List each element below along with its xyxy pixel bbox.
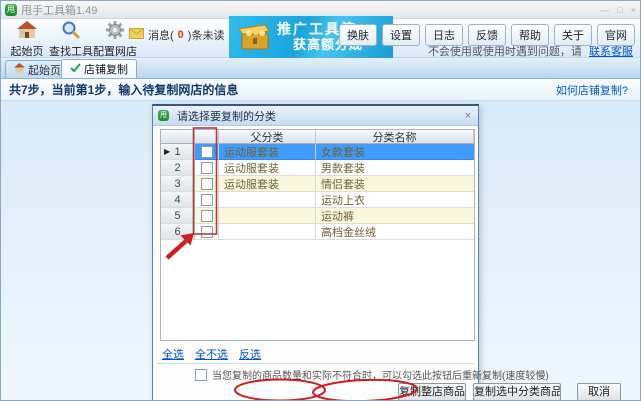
table-row[interactable]: 4 运动上衣	[161, 192, 474, 208]
change-skin-button[interactable]: 换肤	[339, 24, 377, 46]
contact-support-link[interactable]: 联系客服	[589, 46, 633, 58]
row-header: ▶ 1	[161, 144, 195, 160]
search-icon	[61, 21, 81, 42]
row-checkbox[interactable]	[200, 177, 213, 190]
recopy-option: 当您复制的商品数量和实际不符合时，可以勾选此按钮后重新复制(速度较慢)	[195, 367, 549, 382]
message-text-prefix: 消息(	[148, 30, 174, 42]
dialog-title: 请选择要复制的分类	[177, 110, 276, 123]
selection-links: 全选 全不选 反选	[162, 346, 261, 362]
select-none-link[interactable]: 全不选	[195, 346, 228, 362]
settings-button[interactable]: 设置	[382, 24, 420, 46]
recopy-label: 当您复制的商品数量和实际不符合时，可以勾选此按钮后重新复制(速度较慢)	[212, 371, 549, 382]
row-header: 5	[161, 208, 195, 224]
tab-label: 起始页	[28, 64, 61, 77]
current-row-arrow-icon: ▶	[164, 147, 171, 156]
header-parent-category: 父分类	[219, 130, 316, 144]
window-title: 甩手工具箱1.49	[21, 4, 98, 17]
row-checkbox[interactable]	[200, 161, 213, 174]
cell-parent	[219, 208, 316, 224]
message-text-suffix: )条未读	[187, 30, 225, 42]
cell-parent: 运动服套装	[219, 144, 316, 160]
row-header: 3	[161, 176, 195, 192]
home-icon	[16, 21, 38, 42]
close-icon[interactable]: ×	[631, 5, 636, 15]
table-row[interactable]: ▶ 1 运动服套装 女款套装	[161, 144, 474, 160]
toolbar-item-home[interactable]: 起始页	[5, 21, 49, 59]
main-toolbar: 起始页 查找工具 配置网店 消息(0)条未读 推广工具箱 获高额分成 换肤 …	[1, 16, 640, 59]
message-indicator[interactable]: 消息( 0 )条未读	[129, 27, 224, 43]
row-header: 2	[161, 160, 195, 176]
table-row[interactable]: 6 高档金丝绒	[161, 224, 474, 240]
minimize-icon[interactable]: —	[600, 5, 609, 15]
copy-whole-shop-button[interactable]: 复制整店商品	[398, 383, 466, 400]
cell-name: 运动裤	[316, 208, 474, 224]
cell-parent	[219, 192, 316, 208]
row-checkbox[interactable]	[200, 225, 213, 238]
how-to-copy-link[interactable]: 如何店铺复制?	[556, 82, 628, 98]
check-pencil-icon	[70, 62, 81, 76]
cell-name: 高档金丝绒	[316, 224, 474, 240]
invert-selection-link[interactable]: 反选	[239, 346, 261, 362]
row-checkbox[interactable]	[200, 145, 213, 158]
dialog-title-bar: 甩 请选择要复制的分类 ×	[153, 106, 478, 126]
row-header: 4	[161, 192, 195, 208]
app-icon: 甩	[5, 3, 17, 16]
dialog-close-icon[interactable]: ×	[463, 110, 473, 122]
cell-parent: 运动服套装	[219, 160, 316, 176]
cell-name: 女款套装	[316, 144, 474, 160]
select-category-dialog: 甩 请选择要复制的分类 × 父分类 分类名称 ▶ 1 运动服套装 女款套装 2 …	[152, 104, 621, 400]
recopy-checkbox[interactable]	[195, 368, 207, 381]
table-row[interactable]: 5 运动裤	[161, 208, 474, 224]
table-header-row: 父分类 分类名称	[161, 130, 474, 144]
category-table: 父分类 分类名称 ▶ 1 运动服套装 女款套装 2 运动服套装 男款套装 3 运…	[160, 129, 475, 341]
cell-name: 男款套装	[316, 160, 474, 176]
tab-bar: 起始页 店铺复制	[1, 58, 640, 79]
message-unread-count: 0	[177, 29, 184, 41]
table-row[interactable]: 2 运动服套装 男款套装	[161, 160, 474, 176]
step-text: 共7步，当前第1步，输入待复制网店的信息	[9, 83, 239, 97]
gear-icon	[106, 21, 124, 42]
row-checkbox[interactable]	[200, 193, 213, 206]
step-bar: 共7步，当前第1步，输入待复制网店的信息 如何店铺复制?	[1, 79, 640, 101]
tab-label: 店铺复制	[84, 64, 128, 76]
help-text: 不会使用或使用时遇到问题，请	[427, 46, 582, 58]
cell-name: 运动上衣	[316, 192, 474, 208]
divider	[157, 363, 474, 364]
toolbar-item-label: 起始页	[10, 46, 44, 58]
select-all-link[interactable]: 全选	[162, 346, 184, 362]
row-header: 6	[161, 224, 195, 240]
header-rowhead	[161, 130, 195, 144]
toolbar-item-label: 配置网店	[93, 46, 137, 58]
toolbar-item-label: 查找工具	[49, 46, 93, 58]
treasure-chest-icon	[235, 19, 273, 56]
cell-parent: 运动服套装	[219, 176, 316, 192]
header-category-name: 分类名称	[316, 130, 474, 144]
cell-parent	[219, 224, 316, 240]
envelope-icon	[129, 28, 144, 42]
dialog-app-icon: 甩	[158, 110, 169, 121]
row-checkbox[interactable]	[200, 209, 213, 222]
cancel-button[interactable]: 取消	[577, 383, 621, 400]
copy-selected-categories-button[interactable]: 复制选中分类商品	[473, 383, 561, 400]
maximize-icon[interactable]: □	[617, 5, 622, 15]
table-row[interactable]: 3 运动服套装 情侣套装	[161, 176, 474, 192]
header-checkbox-col	[195, 130, 219, 144]
cell-name: 情侣套装	[316, 176, 474, 192]
tab-shop-copy[interactable]: 店铺复制	[61, 59, 137, 78]
toolbar-item-search-tool[interactable]: 查找工具	[49, 21, 93, 59]
app-window: 甩 甩手工具箱1.49 — □ × 起始页 查找工具 配置网店 消息(0)条…	[0, 0, 641, 401]
home-tab-icon	[14, 63, 25, 76]
